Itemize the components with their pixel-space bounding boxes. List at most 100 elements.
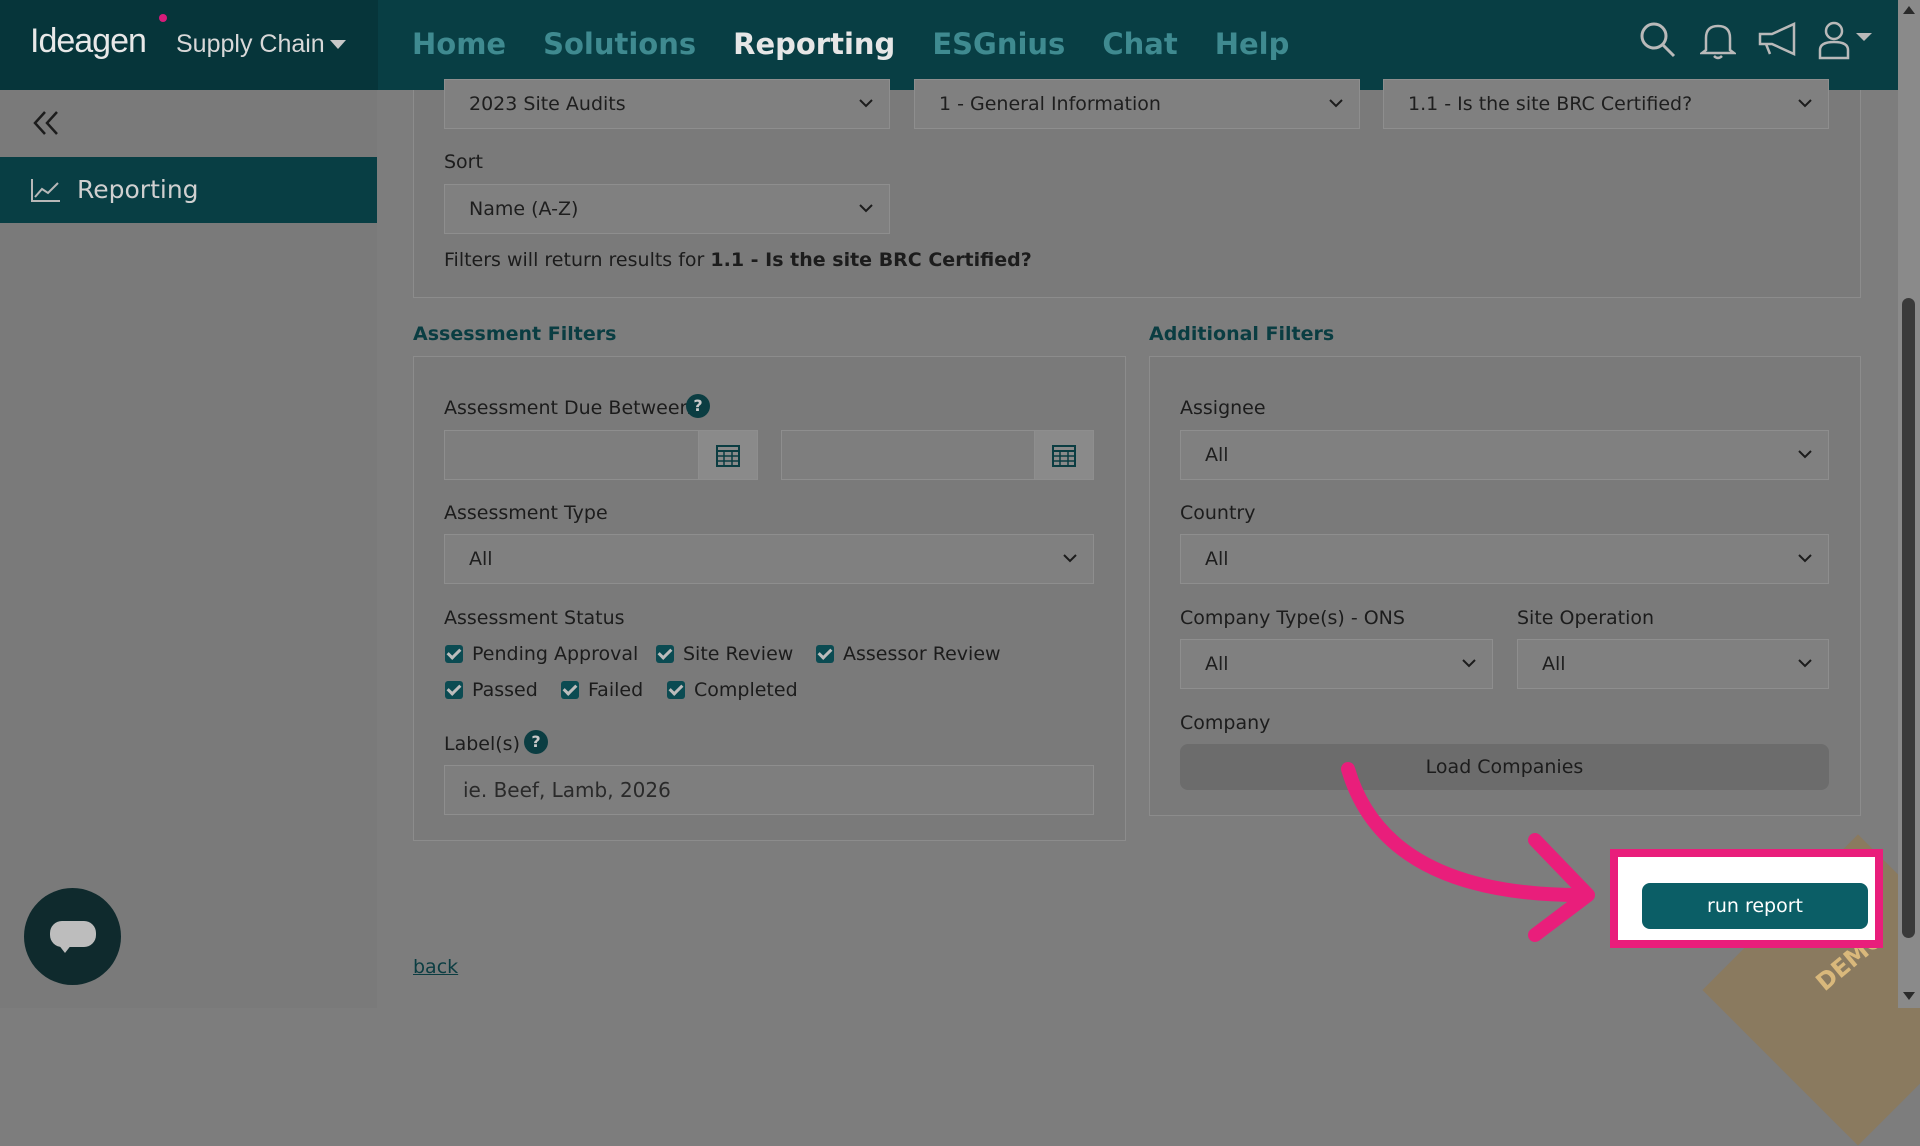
sidebar-item-reporting[interactable]: Reporting <box>0 157 377 223</box>
checkbox-label: Completed <box>694 679 798 701</box>
page-scrollbar[interactable] <box>1898 0 1920 1008</box>
assessment-type-label: Assessment Type <box>444 502 608 524</box>
brand-logo: Ideagen <box>30 22 147 60</box>
sidebar-item-label: Reporting <box>77 175 199 204</box>
checkbox-checked[interactable] <box>561 681 579 699</box>
highlight-arrow-icon <box>1341 762 1595 942</box>
sort-label: Sort <box>444 151 483 173</box>
checkbox-label: Site Review <box>683 643 794 665</box>
product-name: Supply Chain <box>176 30 325 58</box>
company-type-select[interactable]: All <box>1180 639 1493 689</box>
country-value: All <box>1205 548 1229 570</box>
help-icon[interactable]: ? <box>686 394 710 418</box>
user-menu-icon[interactable] <box>1818 20 1874 60</box>
nav-reporting[interactable]: Reporting <box>733 27 895 61</box>
assessment-type-select[interactable]: All <box>444 534 1094 584</box>
run-report-highlight: run report <box>1610 849 1883 948</box>
search-icon[interactable] <box>1638 20 1678 60</box>
checkbox-checked[interactable] <box>445 681 463 699</box>
top-navigation-bar: Ideagen Supply Chain Home Solutions Repo… <box>0 0 1898 90</box>
assessment-type-value: All <box>469 548 493 570</box>
chevron-down-icon <box>1798 99 1812 108</box>
collapse-sidebar-icon[interactable] <box>32 110 60 136</box>
brand-switcher[interactable]: Ideagen Supply Chain <box>0 0 378 90</box>
brand-logo-dot <box>159 14 167 22</box>
chat-icon-tail <box>58 944 72 953</box>
country-select[interactable]: All <box>1180 534 1829 584</box>
calendar-icon <box>716 445 740 467</box>
sort-select[interactable]: Name (A-Z) <box>444 184 890 234</box>
report-select[interactable]: 2023 Site Audits <box>444 79 890 129</box>
scrollbar-thumb[interactable] <box>1902 298 1915 938</box>
section-select-value: 1 - General Information <box>939 93 1161 115</box>
chevron-down-icon <box>1063 554 1077 563</box>
additional-filters-title: Additional Filters <box>1149 323 1335 345</box>
assignee-label: Assignee <box>1180 397 1266 419</box>
checkbox-checked[interactable] <box>656 645 674 663</box>
assignee-value: All <box>1205 444 1229 466</box>
chart-line-icon <box>31 179 60 202</box>
nav-icons <box>1638 20 1878 70</box>
help-icon[interactable]: ? <box>524 730 548 754</box>
chevron-down-icon <box>859 99 873 108</box>
section-select[interactable]: 1 - General Information <box>914 79 1360 129</box>
chevron-down-icon <box>1329 99 1343 108</box>
checkbox-label: Failed <box>588 679 644 701</box>
nav-home[interactable]: Home <box>412 27 506 61</box>
scroll-up-icon[interactable] <box>1903 6 1915 14</box>
assessment-due-label: Assessment Due Between <box>444 397 692 419</box>
due-from-date-input[interactable] <box>444 430 758 480</box>
nav-esgnius[interactable]: ESGnius <box>932 27 1065 61</box>
bell-icon[interactable] <box>1700 20 1736 60</box>
checkbox-label: Pending Approval <box>472 643 639 665</box>
chat-icon <box>50 921 96 947</box>
sort-select-value: Name (A-Z) <box>469 198 579 220</box>
company-label: Company <box>1180 712 1271 734</box>
scroll-down-icon[interactable] <box>1903 992 1915 1000</box>
filter-note-question: 1.1 - Is the site BRC Certified? <box>710 249 1032 271</box>
chevron-down-icon <box>1798 450 1812 459</box>
site-operation-label: Site Operation <box>1517 607 1655 629</box>
checkbox-checked[interactable] <box>445 645 463 663</box>
status-site-review-checkbox[interactable]: Site Review <box>656 643 793 665</box>
labels-input[interactable]: ie. Beef, Lamb, 2026 <box>444 765 1094 815</box>
report-select-value: 2023 Site Audits <box>469 93 626 115</box>
checkbox-checked[interactable] <box>667 681 685 699</box>
nav-solutions[interactable]: Solutions <box>543 27 696 61</box>
chevron-down-icon <box>1798 554 1812 563</box>
calendar-button[interactable] <box>1034 431 1093 479</box>
chat-widget-button[interactable] <box>24 888 121 985</box>
company-type-value: All <box>1205 653 1229 675</box>
calendar-button[interactable] <box>698 431 757 479</box>
status-assessor-review-checkbox[interactable]: Assessor Review <box>816 643 1001 665</box>
status-failed-checkbox[interactable]: Failed <box>561 679 643 701</box>
checkbox-label: Passed <box>472 679 538 701</box>
chevron-down-icon <box>1462 659 1476 668</box>
nav-help[interactable]: Help <box>1215 27 1290 61</box>
chevron-down-icon <box>859 204 873 213</box>
chevron-down-icon[interactable] <box>330 40 346 49</box>
question-select[interactable]: 1.1 - Is the site BRC Certified? <box>1383 79 1829 129</box>
due-to-date-input[interactable] <box>781 430 1094 480</box>
nav-chat[interactable]: Chat <box>1102 27 1177 61</box>
calendar-icon <box>1052 445 1076 467</box>
assessment-filters-title: Assessment Filters <box>413 323 617 345</box>
back-link[interactable]: back <box>413 956 458 978</box>
site-operation-value: All <box>1542 653 1566 675</box>
assignee-select[interactable]: All <box>1180 430 1829 480</box>
checkbox-checked[interactable] <box>816 645 834 663</box>
chevron-down-icon <box>1798 659 1812 668</box>
labels-placeholder: ie. Beef, Lamb, 2026 <box>463 778 671 802</box>
filter-note: Filters will return results for 1.1 - Is… <box>444 249 1032 271</box>
status-pending-approval-checkbox[interactable]: Pending Approval <box>445 643 638 665</box>
run-report-button[interactable]: run report <box>1642 883 1868 929</box>
sidebar: Reporting <box>0 90 377 1008</box>
main-nav: Home Solutions Reporting ESGnius Chat He… <box>412 27 1326 61</box>
checkbox-label: Assessor Review <box>843 643 1001 665</box>
status-passed-checkbox[interactable]: Passed <box>445 679 538 701</box>
company-type-label: Company Type(s) - ONS <box>1180 607 1405 629</box>
megaphone-icon[interactable] <box>1756 20 1800 60</box>
site-operation-select[interactable]: All <box>1517 639 1829 689</box>
status-completed-checkbox[interactable]: Completed <box>667 679 798 701</box>
question-select-value: 1.1 - Is the site BRC Certified? <box>1408 93 1693 115</box>
